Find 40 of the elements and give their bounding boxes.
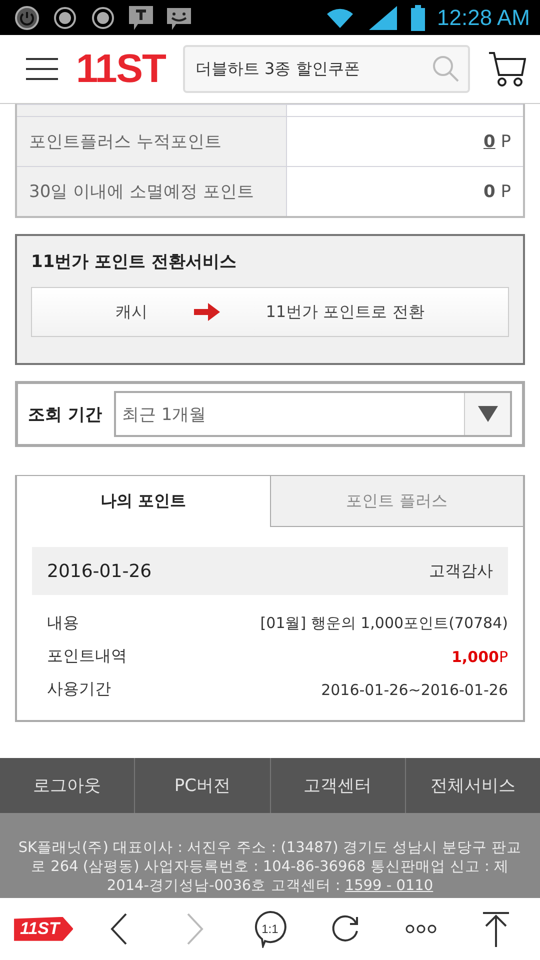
entry-label: 사용기간: [47, 679, 111, 700]
company-info: SK플래닛(주) 대표이사 : 서진우 주소 : (13487) 경기도 성남시 분당구 판교로 264 (삼평동) 사업자등록번호 : 104-86-36968 통신판매업 신고 : 제2014-경기성남-0036호 고객센터 : 1599 - 0110: [17, 838, 523, 896]
search-field[interactable]: 더블하트 3종 할인쿠폰: [183, 45, 470, 94]
entry-value: [01월] 행운의 1,000포인트(70784): [260, 614, 508, 634]
caret-down-icon: [478, 406, 498, 422]
signal-icon: [367, 4, 400, 32]
arrow-up-icon: [482, 910, 510, 947]
sync-icon: [90, 4, 116, 31]
row-label: 30일 이내에 소멸예정 포인트: [29, 181, 254, 204]
tab[interactable]: 포인트 플러스: [270, 475, 523, 528]
cart-icon: [488, 51, 526, 88]
period-label: 조회 기간: [28, 404, 102, 426]
entry-label: 내용: [47, 613, 79, 634]
phone-link[interactable]: 1599 - 0110: [344, 878, 434, 894]
logo[interactable]: 11ST: [76, 46, 166, 92]
chevron-left-icon: [109, 912, 130, 946]
menu-icon: [26, 57, 58, 82]
message-icon: [128, 4, 154, 31]
power-icon: [14, 4, 40, 31]
dots-icon: [404, 924, 437, 934]
panel-title: 11번가 포인트 전환서비스: [31, 251, 238, 274]
sync-icon: [52, 4, 78, 31]
row-label: 포인트플러스 누적포인트: [29, 131, 222, 154]
point-value: 0 P: [483, 182, 511, 202]
footer-link[interactable]: 로그아웃: [0, 758, 134, 813]
entry-value: 1,000P: [452, 648, 508, 666]
convert-button[interactable]: 캐시 11번가 포인트로 전환: [31, 287, 509, 338]
speech-bubble-icon: [252, 910, 287, 948]
search-icon: [432, 55, 460, 84]
entry-value: 2016-01-26~2016-01-26: [321, 680, 508, 699]
battery-icon: [411, 4, 426, 31]
zoom-button[interactable]: 1:1: [240, 904, 299, 954]
arrow-right-icon: [194, 303, 220, 322]
entry-category: 고객감사: [429, 560, 493, 582]
point-value[interactable]: 0 P: [483, 132, 511, 152]
clock: 12:28 AM: [437, 4, 530, 31]
entry-date: 2016-01-26: [47, 560, 152, 582]
entry-label: 포인트내역: [47, 646, 127, 668]
home-button[interactable]: 11ST: [14, 904, 73, 954]
period-dropdown[interactable]: 최근 1개월: [114, 391, 512, 438]
